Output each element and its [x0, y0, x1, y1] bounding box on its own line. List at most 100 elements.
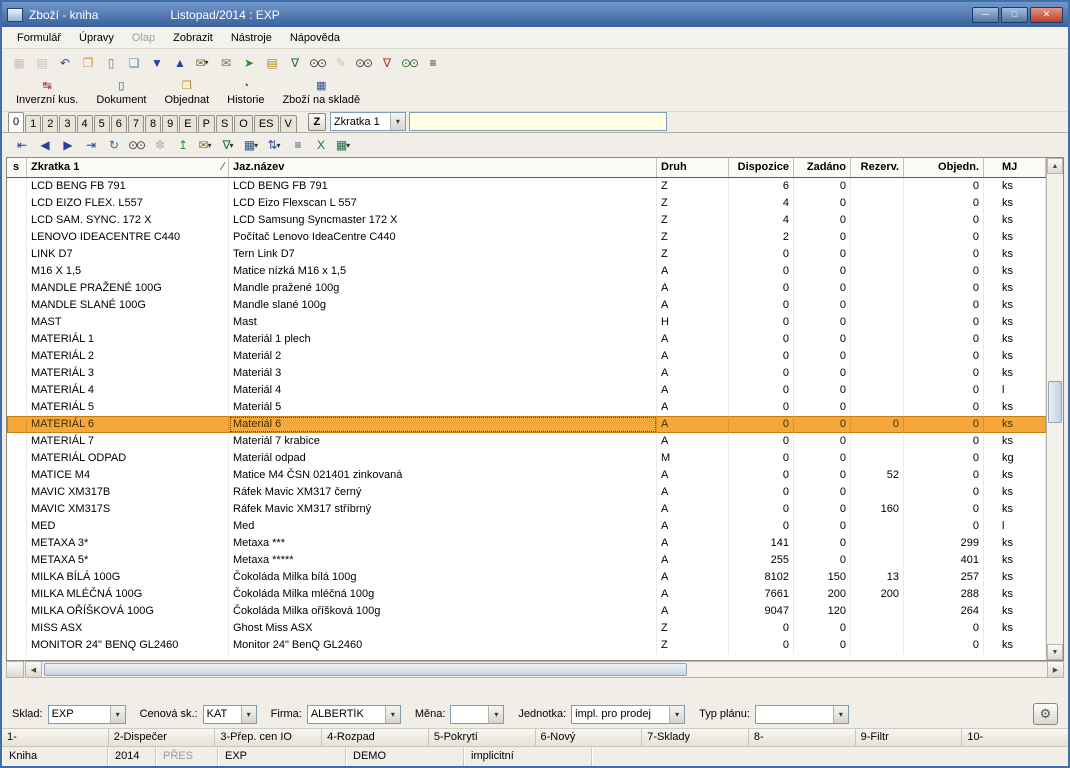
menu-item[interactable]: Nástroje	[222, 29, 281, 47]
table-row[interactable]: MONITOR 24" BENQ GL2460 Monitor 24" BenQ…	[7, 637, 1046, 654]
record-filter-tab[interactable]: 3	[59, 115, 75, 132]
edit-icon[interactable]: ✎ ▾	[329, 53, 351, 73]
menu-item[interactable]: Olap	[123, 29, 164, 47]
settings-gear-button[interactable]: ⚙	[1033, 703, 1058, 725]
horizontal-scroll-track[interactable]	[42, 662, 1047, 677]
column-header-objedn[interactable]: Objedn.	[904, 158, 984, 177]
table-row[interactable]: MANDLE SLANÉ 100G Mandle slané 100g A 0 …	[7, 297, 1046, 314]
inverzni-kus-button[interactable]: ↹ Inverzní kus.	[10, 77, 84, 110]
promote-icon[interactable]: ↥ ▾	[171, 135, 193, 155]
table-row[interactable]: MISS ASX Ghost Miss ASX Z 0 0 0 ks	[7, 620, 1046, 637]
table-row[interactable]: MILKA OŘÍŠKOVÁ 100G Čokoláda Milka oříšk…	[7, 603, 1046, 620]
table-row[interactable]: METAXA 3* Metaxa *** A 141 0 299 ks	[7, 535, 1046, 552]
record-filter-tab[interactable]: E	[179, 115, 196, 132]
next-record-icon[interactable]: ▶ ▾	[56, 135, 78, 155]
column-header-rezerv[interactable]: Rezerv.	[851, 158, 904, 177]
vertical-scroll-track[interactable]	[1047, 174, 1063, 644]
column-header-zadano[interactable]: Zadáno	[794, 158, 851, 177]
table-row[interactable]: MATICE M4 Matice M4 ČSN 021401 zinkovaná…	[7, 467, 1046, 484]
record-filter-tab[interactable]: 9	[162, 115, 178, 132]
scroll-right-icon[interactable]: ▶	[1047, 662, 1063, 677]
filter-combo[interactable]: impl. pro prodej ▾	[571, 705, 685, 724]
function-key[interactable]: 8-	[749, 729, 856, 746]
record-filter-tab[interactable]: P	[198, 115, 215, 132]
refresh-icon[interactable]: ↻ ▾	[102, 135, 124, 155]
list-view-icon[interactable]: ≡ ▾	[286, 135, 308, 155]
find-icon[interactable]: ⊙⊙ ▾	[306, 53, 328, 73]
move-down-icon[interactable]: ▼ ▾	[145, 53, 167, 73]
column-header-zkratka[interactable]: Zkratka 1 ∕	[27, 158, 229, 177]
function-key[interactable]: 2-Dispečer	[109, 729, 216, 746]
filter-menu-icon[interactable]: ∇ ▾	[217, 135, 239, 155]
table-row[interactable]: MED Med A 0 0 0 l	[7, 518, 1046, 535]
objednat-button[interactable]: ❒ Objednat	[159, 77, 216, 110]
record-filter-tab[interactable]: O	[234, 115, 253, 132]
column-header-druh[interactable]: Druh	[657, 158, 729, 177]
table-row[interactable]: LENOVO IDEACENTRE C440 Počítač Lenovo Id…	[7, 229, 1046, 246]
z-button[interactable]: Z	[308, 113, 326, 131]
record-filter-tab[interactable]: 1	[25, 115, 41, 132]
record-filter-tab[interactable]: 0	[8, 112, 24, 132]
list-menu-icon[interactable]: ≡ ▾	[421, 53, 443, 73]
table-row[interactable]: METAXA 5* Metaxa ***** A 255 0 401 ks	[7, 552, 1046, 569]
function-key[interactable]: 5-Pokrytí	[429, 729, 536, 746]
table-row[interactable]: MATERIÁL 3 Materiál 3 A 0 0 0 ks	[7, 365, 1046, 382]
table-row[interactable]: MAST Mast H 0 0 0 ks	[7, 314, 1046, 331]
filter-combo[interactable]: ▾	[450, 705, 504, 724]
table-row[interactable]: LCD BENG FB 791 LCD BENG FB 791 Z 6 0 0 …	[7, 178, 1046, 195]
find-column-icon[interactable]: ⊙⊙ ▾	[352, 53, 374, 73]
historie-button[interactable]: ◔ Historie	[221, 77, 270, 110]
function-key[interactable]: 1-	[2, 729, 109, 746]
zbozi-na-sklade-button[interactable]: ▦ Zboží na skladě	[276, 77, 366, 110]
menu-item[interactable]: Formulář	[8, 29, 70, 47]
table-row[interactable]: MILKA BÍLÁ 100G Čokoláda Milka bílá 100g…	[7, 569, 1046, 586]
scroll-left-icon[interactable]: ◀	[26, 662, 42, 677]
function-key[interactable]: 10-	[962, 729, 1068, 746]
new-record-icon[interactable]: ▯ ▾	[99, 53, 121, 73]
column-header-dispozice[interactable]: Dispozice	[729, 158, 794, 177]
first-record-icon[interactable]: ⇤ ▾	[10, 135, 32, 155]
record-filter-tab[interactable]: 2	[42, 115, 58, 132]
mail-icon[interactable]: ✉ ▾	[214, 53, 236, 73]
find-records-icon[interactable]: ⊙⊙ ▾	[125, 135, 147, 155]
filter-combo[interactable]: KAT ▾	[203, 705, 257, 724]
record-filter-tab[interactable]: V	[280, 115, 297, 132]
prev-record-icon[interactable]: ◀ ▾	[33, 135, 55, 155]
function-key[interactable]: 4-Rozpad	[322, 729, 429, 746]
save-close-icon[interactable]: ▤ ▾	[30, 53, 52, 73]
vertical-scroll-thumb[interactable]	[1048, 381, 1062, 423]
menu-item[interactable]: Úpravy	[70, 29, 123, 47]
filter-combo[interactable]: EXP ▾	[48, 705, 126, 724]
filter-icon[interactable]: ∇ ▾	[283, 53, 305, 73]
record-filter-tab[interactable]: 4	[77, 115, 93, 132]
view-menu-icon[interactable]: ▦ ▾	[240, 135, 262, 155]
column-header-mj[interactable]: MJ	[984, 158, 1046, 177]
record-filter-tab[interactable]: 6	[111, 115, 127, 132]
filter-combo[interactable]: ▾	[755, 705, 849, 724]
menu-item[interactable]: Zobrazit	[164, 29, 222, 47]
scroll-up-icon[interactable]: ▲	[1047, 158, 1063, 174]
function-key[interactable]: 3-Přep. cen IO	[215, 729, 322, 746]
open-folder-icon[interactable]: ❐ ▾	[76, 53, 98, 73]
pin-icon[interactable]: ✽ ▾	[148, 135, 170, 155]
column-header-s[interactable]: s	[7, 158, 27, 177]
record-filter-tab[interactable]: 5	[94, 115, 110, 132]
table-row[interactable]: LINK D7 Tern Link D7 Z 0 0 0 ks	[7, 246, 1046, 263]
column-header-nazev[interactable]: Jaz.název	[229, 158, 657, 177]
filter-clear-icon[interactable]: ∇ ▾	[375, 53, 397, 73]
horizontal-scroll-thumb[interactable]	[44, 663, 687, 676]
table-row[interactable]: MATERIÁL ODPAD Materiál odpad M 0 0 0 kg	[7, 450, 1046, 467]
record-filter-tab[interactable]: 8	[145, 115, 161, 132]
table-row[interactable]: MATERIÁL 5 Materiál 5 A 0 0 0 ks	[7, 399, 1046, 416]
send-mail-menu-icon[interactable]: ✉ ▾	[191, 53, 213, 73]
olap-book-icon[interactable]: ▤ ▾	[260, 53, 282, 73]
table-row[interactable]: LCD EIZO FLEX. L557 LCD Eizo Flexscan L …	[7, 195, 1046, 212]
table-row[interactable]: MATERIÁL 6 Materiál 6 A 0 0 0 0 ks	[7, 416, 1046, 433]
table-row[interactable]: MAVIC XM317S Ráfek Mavic XM317 stříbrný …	[7, 501, 1046, 518]
dokument-button[interactable]: ▯ Dokument	[90, 77, 152, 110]
horizontal-scrollbar[interactable]: ◀ ▶	[25, 661, 1064, 678]
sort-menu-icon[interactable]: ⇅ ▾	[263, 135, 285, 155]
mail-menu-icon[interactable]: ✉ ▾	[194, 135, 216, 155]
search-column-combo[interactable]: Zkratka 1 ▾	[330, 112, 406, 131]
move-up-icon[interactable]: ▲ ▾	[168, 53, 190, 73]
